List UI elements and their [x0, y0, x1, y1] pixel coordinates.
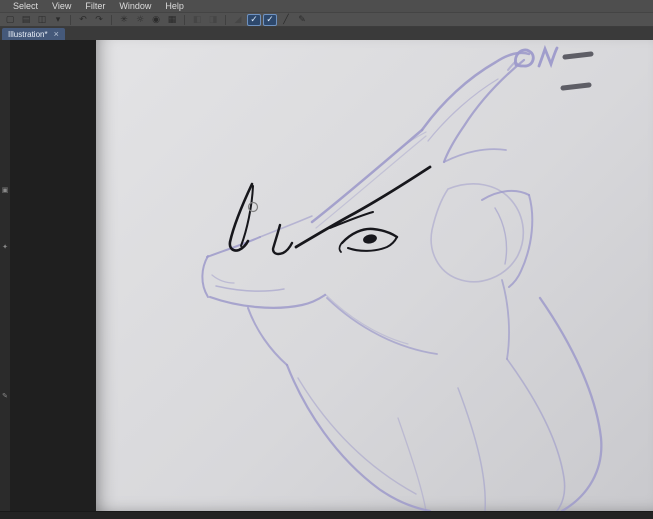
menu-item-filter[interactable]: Filter	[78, 0, 112, 12]
new-document-icon[interactable]: ▢	[3, 14, 17, 26]
sketch-lavender-strokes	[201, 51, 603, 511]
antialias-check-icon[interactable]: ✓	[247, 13, 261, 26]
eye-pupil	[363, 234, 377, 244]
smoothing-check-icon[interactable]: ✓	[263, 13, 277, 26]
menu-item-help[interactable]: Help	[158, 0, 191, 12]
open-file-icon[interactable]: ▤	[19, 14, 33, 26]
toolbar-separator	[184, 14, 185, 25]
menu-item-select[interactable]: Select	[6, 0, 45, 12]
toolbar: ▢ ▤ ◫ ▾ ↶ ↷ ✳ ☼ ◉ ▦ ◧ ◨ ◢ ✓ ✓ ╱ ✎	[0, 13, 653, 27]
line-tool-icon[interactable]: ╱	[279, 14, 293, 26]
document-tab-bar: Illustration* ×	[0, 27, 653, 40]
save-icon[interactable]: ◫	[35, 14, 49, 26]
drawing-canvas[interactable]	[96, 40, 653, 511]
rail-star-icon[interactable]: ✦	[1, 243, 9, 251]
brightness-icon[interactable]: ☼	[133, 14, 147, 26]
tab-label: Illustration*	[8, 29, 48, 39]
toolbar-separator	[225, 14, 226, 25]
menu-item-window[interactable]: Window	[112, 0, 158, 12]
snap-first-icon[interactable]: ◧	[190, 14, 204, 26]
redo-icon[interactable]: ↷	[92, 14, 106, 26]
tool-rail: ▣ ✦ ✎	[0, 40, 10, 511]
rail-selection-icon[interactable]: ▣	[1, 186, 9, 194]
color-lamp-icon[interactable]: ◉	[149, 14, 163, 26]
document-tab-illustration[interactable]: Illustration* ×	[2, 28, 65, 40]
dropdown-arrow-icon[interactable]: ▾	[51, 14, 65, 26]
ink-strokes	[228, 165, 432, 256]
gradient-icon[interactable]: ◢	[231, 14, 245, 26]
toolbar-separator	[70, 14, 71, 25]
tab-close-icon[interactable]: ×	[54, 30, 59, 39]
status-bar	[0, 511, 653, 519]
main-area: ▣ ✦ ✎	[0, 40, 653, 511]
left-panel: ▣ ✦ ✎	[0, 40, 96, 511]
menu-bar: Select View Filter Window Help	[0, 0, 653, 13]
rail-pen-icon[interactable]: ✎	[1, 392, 9, 400]
brush-cursor	[247, 201, 259, 213]
canvas-artwork	[201, 44, 603, 511]
menu-item-view[interactable]: View	[45, 0, 78, 12]
snap-second-icon[interactable]: ◨	[206, 14, 220, 26]
brush-tool-icon[interactable]: ✎	[295, 14, 309, 26]
rotate-reset-icon[interactable]: ✳	[117, 14, 131, 26]
undo-icon[interactable]: ↶	[76, 14, 90, 26]
toolbar-separator	[111, 14, 112, 25]
grid-icon[interactable]: ▦	[165, 14, 179, 26]
